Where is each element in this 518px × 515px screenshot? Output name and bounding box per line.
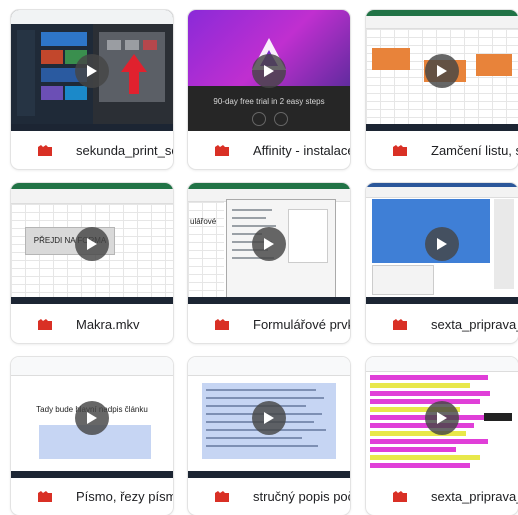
video-thumbnail: 90-day free trial in 2 easy steps: [188, 10, 350, 131]
file-card-footer: stručný popis počíta...: [188, 477, 350, 515]
file-name: Makra.mkv: [76, 316, 140, 332]
video-thumbnail: [366, 183, 518, 304]
file-card-footer: Zamčení listu, sešit...: [366, 131, 518, 169]
file-card-footer: sexta_priprava_rp.m...: [366, 305, 518, 343]
file-card[interactable]: 90-day free trial in 2 easy steps Affini…: [188, 10, 350, 169]
play-icon[interactable]: [252, 226, 286, 261]
file-name: stručný popis počíta...: [253, 488, 350, 504]
file-name: Formulářové prvky...: [253, 316, 350, 332]
play-icon[interactable]: [252, 53, 286, 88]
video-thumbnail: [366, 357, 518, 478]
video-thumbnail: Tady bude hlavní nadpis článku: [11, 357, 173, 478]
play-icon[interactable]: [425, 400, 459, 435]
video-thumbnail: [366, 10, 518, 131]
video-thumbnail: [188, 357, 350, 478]
video-file-icon: [393, 318, 407, 330]
file-card[interactable]: ulářové Formulářové prvky...: [188, 183, 350, 343]
file-card[interactable]: Zamčení listu, sešit...: [366, 10, 518, 169]
video-file-icon: [393, 490, 407, 502]
file-card-footer: Affinity - instalace...: [188, 131, 350, 169]
video-file-icon: [215, 490, 229, 502]
video-file-icon: [215, 144, 229, 156]
video-file-icon: [215, 318, 229, 330]
file-card-footer: sexta_priprava_RP_...: [366, 477, 518, 515]
play-icon[interactable]: [425, 226, 459, 261]
file-card[interactable]: sexta_priprava_rp.m...: [366, 183, 518, 343]
file-card[interactable]: Tady bude hlavní nadpis článku Písmo, ře…: [11, 357, 173, 515]
video-thumbnail: [11, 10, 173, 131]
file-card[interactable]: stručný popis počíta...: [188, 357, 350, 515]
play-icon[interactable]: [425, 53, 459, 88]
file-card[interactable]: PŘEJDI NA FORMA Makra.mkv: [11, 183, 173, 343]
file-name: Písmo, řezy písma, f...: [76, 488, 173, 504]
file-card-footer: sekunda_print_scre...: [11, 131, 173, 169]
file-name: Zamčení listu, sešit...: [431, 142, 518, 158]
video-file-icon: [38, 144, 52, 156]
video-thumbnail: ulářové: [188, 183, 350, 304]
thumbnail-label: ulářové: [190, 217, 217, 226]
file-card-footer: Formulářové prvky...: [188, 305, 350, 343]
play-icon[interactable]: [75, 226, 109, 261]
file-name: sexta_priprava_RP_...: [431, 488, 518, 504]
file-name: Affinity - instalace...: [253, 142, 350, 158]
video-thumbnail: PŘEJDI NA FORMA: [11, 183, 173, 304]
file-card-footer: Písmo, řezy písma, f...: [11, 477, 173, 515]
play-icon[interactable]: [75, 53, 109, 88]
play-icon[interactable]: [75, 400, 109, 435]
file-card[interactable]: sexta_priprava_RP_...: [366, 357, 518, 515]
file-name: sexta_priprava_rp.m...: [431, 316, 518, 332]
video-file-icon: [38, 318, 52, 330]
play-icon[interactable]: [252, 400, 286, 435]
thumbnail-caption: 90-day free trial in 2 easy steps: [213, 97, 325, 106]
video-file-icon: [38, 490, 52, 502]
file-card-footer: Makra.mkv: [11, 305, 173, 343]
file-grid: sekunda_print_scre... 90-day free trial …: [0, 0, 518, 515]
file-card[interactable]: sekunda_print_scre...: [11, 10, 173, 169]
file-name: sekunda_print_scre...: [76, 142, 173, 158]
video-file-icon: [393, 144, 407, 156]
